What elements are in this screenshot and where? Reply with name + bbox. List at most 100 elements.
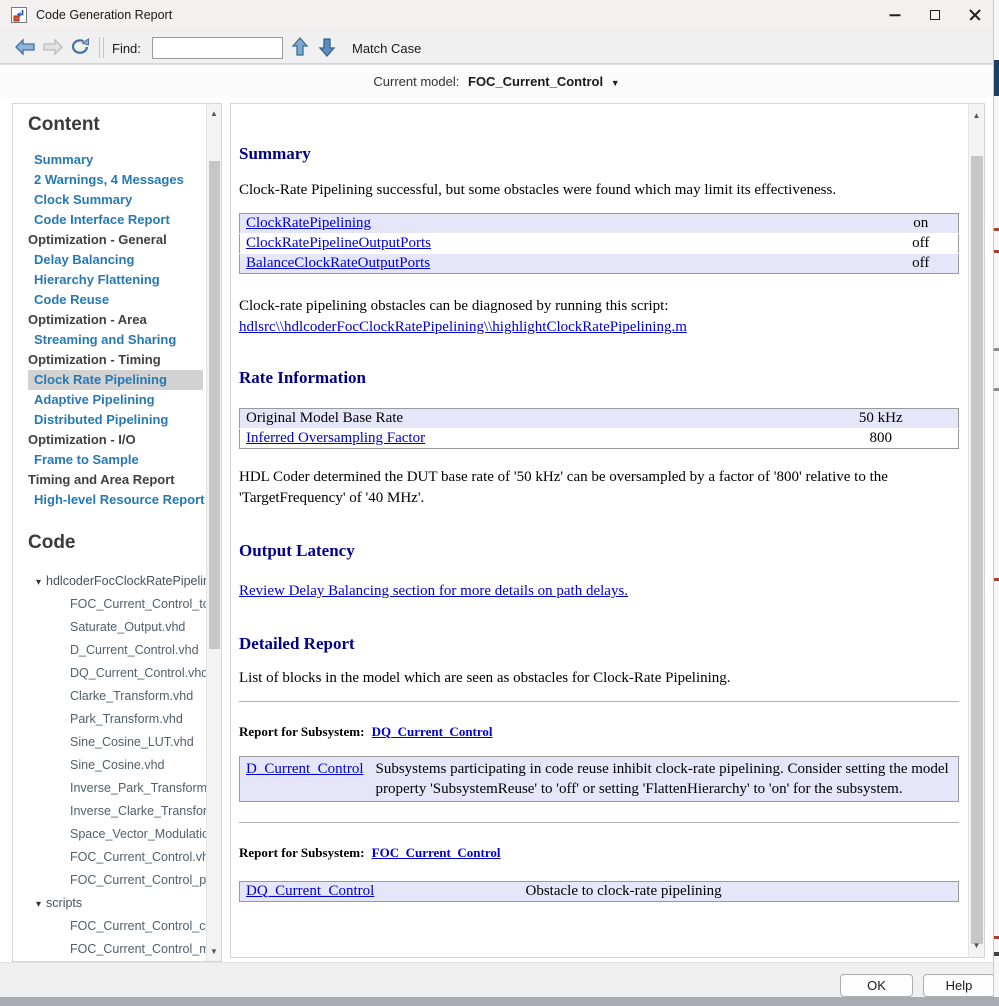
background-bottom-edge (0, 997, 999, 1006)
scroll-up-icon[interactable]: ▲ (207, 106, 221, 121)
tree-file[interactable]: Clarke_Transform.vhd (28, 685, 206, 708)
subsystem-foc-current-control-link[interactable]: FOC_Current_Control (372, 845, 501, 860)
forward-button[interactable] (42, 38, 64, 61)
inferred-oversampling-factor-link[interactable]: Inferred Oversampling Factor (246, 430, 425, 446)
clockratepipelineoutputports-link[interactable]: ClockRatePipelineOutputPorts (246, 235, 431, 251)
find-toolbar: Find: Match Case (0, 30, 993, 64)
obstacle-message: Subsystems participating in code reuse i… (370, 757, 959, 802)
sidebar-item-high-level-resource-report[interactable]: High-level Resource Report (28, 490, 206, 510)
table-row: ClockRatePipelineOutputPorts off (240, 234, 959, 254)
tree-file[interactable]: Saturate_Output.vhd (28, 616, 206, 639)
back-button[interactable] (14, 38, 36, 61)
sidebar-item-hierarchy-flattening[interactable]: Hierarchy Flattening (28, 270, 206, 290)
section-divider (239, 822, 959, 823)
model-dropdown-caret-icon[interactable]: ▼ (611, 78, 620, 88)
refresh-button[interactable] (70, 38, 92, 61)
scroll-down-icon[interactable]: ▼ (207, 944, 221, 959)
table-row: Inferred Oversampling Factor 800 (240, 429, 959, 449)
tree-folder-hdlsrc[interactable]: ▾hdlcoderFocClockRatePipelin (28, 570, 206, 593)
tree-file[interactable]: Inverse_Clarke_Transform. (28, 800, 206, 823)
d-current-control-link[interactable]: D_Current_Control (246, 761, 364, 777)
maximize-button[interactable] (913, 0, 957, 30)
tree-file[interactable]: DQ_Current_Control.vhd (28, 662, 206, 685)
tree-expanded-icon[interactable]: ▾ (36, 899, 41, 910)
sidebar-item-code-interface-report[interactable]: Code Interface Report (28, 210, 206, 230)
sidebar-item-frame-to-sample[interactable]: Frame to Sample (28, 450, 206, 470)
script-note: Clock-rate pipelining obstacles can be d… (239, 298, 669, 314)
window-title: Code Generation Report (36, 8, 172, 22)
help-button[interactable]: Help (923, 974, 995, 997)
report-scrollbar-thumb[interactable] (971, 156, 983, 944)
report-panel: Summary Clock-Rate Pipelining successful… (230, 103, 985, 958)
sidebar-item-streaming-and-sharing[interactable]: Streaming and Sharing (28, 330, 206, 350)
sidebar-section-timing-and-area-report: Timing and Area Report (28, 470, 206, 490)
report-for-subsystem-label: Report for Subsystem: (239, 724, 364, 739)
close-button[interactable] (953, 0, 997, 30)
table-row: D_Current_Control Subsystems participati… (240, 757, 959, 802)
background-marker (994, 250, 999, 253)
tree-file[interactable]: FOC_Current_Control_com (28, 915, 206, 938)
ok-button[interactable]: OK (840, 974, 913, 997)
summary-intro: Clock-Rate Pipelining successful, but so… (239, 182, 959, 199)
delay-balancing-section-link[interactable]: Review Delay Balancing section for more … (239, 583, 628, 599)
tree-file[interactable]: FOC_Current_Control_mar (28, 938, 206, 961)
subsystem-dq-current-control-link[interactable]: DQ_Current_Control (372, 724, 493, 739)
find-input[interactable] (152, 37, 283, 59)
tree-file[interactable]: Park_Transform.vhd (28, 708, 206, 731)
report-scrollbar[interactable]: ▲ ▼ (968, 104, 984, 957)
sidebar-scrollbar-thumb[interactable] (209, 161, 220, 649)
find-next-button[interactable] (318, 36, 336, 63)
tree-file[interactable]: FOC_Current_Control.vhd (28, 846, 206, 869)
report-for-subsystem-label: Report for Subsystem: (239, 845, 364, 860)
summary-heading: Summary (239, 144, 959, 164)
background-marker (994, 388, 999, 391)
tree-file[interactable]: Inverse_Park_Transform.vh (28, 777, 206, 800)
sidebar-item-distributed-pipelining[interactable]: Distributed Pipelining (28, 410, 206, 430)
background-marker (994, 952, 999, 956)
sidebar-item-adaptive-pipelining[interactable]: Adaptive Pipelining (28, 390, 206, 410)
sidebar-section-optimization-timing: Optimization - Timing (28, 350, 206, 370)
sidebar-scrollbar[interactable]: ▲ ▼ (206, 104, 221, 961)
sidebar-item-clock-summary[interactable]: Clock Summary (28, 190, 206, 210)
content-sidebar: Content Summary 2 Warnings, 4 Messages C… (12, 103, 222, 962)
rate-information-table: Original Model Base Rate 50 kHz Inferred… (239, 408, 959, 449)
sidebar-item-clock-rate-pipelining[interactable]: Clock Rate Pipelining (28, 370, 203, 390)
highlight-script-link[interactable]: hdlsrc\\hdlcoderFocClockRatePipelining\\… (239, 319, 687, 335)
find-previous-button[interactable] (291, 36, 309, 63)
close-icon (969, 9, 981, 21)
report-app-icon (11, 7, 27, 23)
tree-file[interactable]: Sine_Cosine_LUT.vhd (28, 731, 206, 754)
toolbar-separator (99, 37, 100, 58)
code-heading: Code (28, 532, 206, 554)
rate-row-label: Original Model Base Rate (240, 409, 804, 429)
sidebar-item-code-reuse[interactable]: Code Reuse (28, 290, 206, 310)
subsystem-obstacles-table: DQ_Current_Control Obstacle to clock-rat… (239, 881, 959, 902)
current-model-bar: Current model: FOC_Current_Control ▼ (0, 64, 993, 97)
tree-file[interactable]: Sine_Cosine.vhd (28, 754, 206, 777)
scroll-up-icon[interactable]: ▲ (969, 108, 984, 123)
tree-expanded-icon[interactable]: ▾ (36, 577, 41, 588)
match-case-toggle[interactable]: Match Case (352, 41, 421, 56)
tree-file[interactable]: FOC_Current_Control_pkg (28, 869, 206, 892)
tree-file[interactable]: FOC_Current_Control_tc.vh (28, 593, 206, 616)
background-marker (994, 228, 999, 231)
setting-value: off (884, 254, 959, 274)
sidebar-section-optimization-io: Optimization - I/O (28, 430, 206, 450)
clockratepipelining-link[interactable]: ClockRatePipelining (246, 215, 371, 231)
tree-file[interactable]: D_Current_Control.vhd (28, 639, 206, 662)
dq-current-control-link[interactable]: DQ_Current_Control (246, 883, 374, 899)
output-latency-heading: Output Latency (239, 541, 959, 561)
sidebar-item-delay-balancing[interactable]: Delay Balancing (28, 250, 206, 270)
obstacle-message: Obstacle to clock-rate pipelining (520, 882, 959, 902)
tree-folder-scripts[interactable]: ▾scripts (28, 892, 206, 915)
sidebar-item-summary[interactable]: Summary (28, 150, 206, 170)
minimize-button[interactable] (873, 0, 917, 30)
toolbar-separator (103, 37, 104, 58)
table-row: BalanceClockRateOutputPorts off (240, 254, 959, 274)
sidebar-item-warnings-messages[interactable]: 2 Warnings, 4 Messages (28, 170, 206, 190)
scroll-down-icon[interactable]: ▼ (969, 938, 984, 953)
sidebar-section-optimization-area: Optimization - Area (28, 310, 206, 330)
tree-file[interactable]: Space_Vector_Modulation (28, 823, 206, 846)
current-model-selector[interactable]: FOC_Current_Control (468, 74, 603, 89)
balanceclockrateoutputports-link[interactable]: BalanceClockRateOutputPorts (246, 255, 430, 271)
